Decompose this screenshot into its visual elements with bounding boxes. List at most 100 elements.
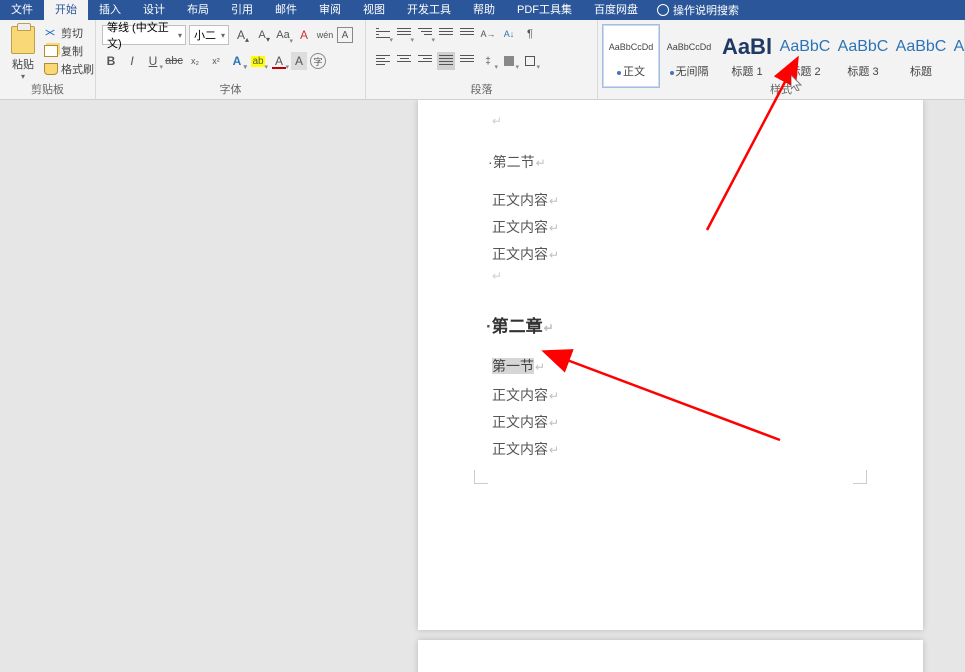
chevron-down-icon: ▾ [221,31,225,40]
menu-tab-开发工具[interactable]: 开发工具 [396,0,462,20]
indent-dec-button[interactable] [458,25,476,43]
group-font: 等线 (中文正文)▾ 小二▾ A▴ A▾ Aa▾ A wén A B I U▾ … [96,20,366,99]
style-无间隔[interactable]: AaBbCcDd无间隔 [660,24,718,88]
font-color-button[interactable]: A▾ [270,52,288,70]
search-placeholder: 操作说明搜索 [673,2,739,18]
align-justify-button[interactable] [437,52,455,70]
style-preview: AaBbCcDd [609,33,654,61]
paragraph-mark: ↵ [544,321,554,335]
clear-format-button[interactable]: A [295,26,313,44]
style-name: 标题 1 [731,63,762,79]
numbering-button[interactable]: ▾ [395,25,413,43]
font-name-combo[interactable]: 等线 (中文正文)▾ [102,25,186,45]
menu-tab-布局[interactable]: 布局 [176,0,220,20]
align-left-button[interactable] [374,52,392,70]
indent-inc-button[interactable] [437,25,455,43]
document-line[interactable]: 正文内容↵ [492,385,559,405]
style-name: 标题 [910,63,932,79]
document-line[interactable]: 正文内容↵ [492,244,559,264]
menu-tab-审阅[interactable]: 审阅 [308,0,352,20]
document-line[interactable]: ·第二章↵ [486,312,554,337]
page-2: ↵ 第二节↵正文内容↵ [418,640,923,672]
multilevel-button[interactable]: ▾ [416,25,434,43]
menu-tab-引用[interactable]: 引用 [220,0,264,20]
style-preview: AaBbC [780,33,831,61]
show-marks-button[interactable]: ¶ [521,25,539,43]
char-border-button[interactable]: A [337,27,353,43]
enclosed-char-button[interactable]: 字 [310,53,326,69]
style-preview: AaBbCcDd [667,33,712,61]
highlight-button[interactable]: ab▾ [249,52,267,70]
style-标题 2[interactable]: AaBbC标题 2 [776,24,834,88]
menu-tab-开始[interactable]: 开始 [44,0,88,20]
document-area[interactable]: ↵ ↵ ·第二节↵正文内容↵正文内容↵正文内容↵·第二章↵第一节↵正文内容↵正文… [0,100,965,672]
style-副[interactable]: AaBbC副 [950,24,965,88]
sort-button[interactable]: A↓ [500,25,518,43]
group-label-font: 字体 [96,81,365,97]
subscript-button[interactable]: x₂ [186,52,204,70]
menu-tab-PDF工具集[interactable]: PDF工具集 [506,0,583,20]
style-标题 1[interactable]: AaBl标题 1 [718,24,776,88]
menu-tab-视图[interactable]: 视图 [352,0,396,20]
ribbon: 粘贴 ▾ 剪切 复制 格式刷 剪贴板 等线 (中文正文)▾ 小二▾ A▴ A▾ … [0,20,965,100]
grow-font-button[interactable]: A▴ [232,26,250,44]
menubar: 文件开始插入设计布局引用邮件审阅视图开发工具帮助PDF工具集百度网盘 操作说明搜索 [0,0,965,20]
cursor-icon [791,75,803,91]
bold-button[interactable]: B [102,52,120,70]
align-center-button[interactable] [395,52,413,70]
style-标题[interactable]: AaBbC标题 [892,24,950,88]
paragraph-mark: ↵ [549,248,559,262]
format-painter-button[interactable]: 格式刷 [44,60,94,78]
italic-button[interactable]: I [123,52,141,70]
style-正文[interactable]: AaBbCcDd 正文 [602,24,660,88]
text-effects-button[interactable]: A▾ [228,52,246,70]
menu-tab-邮件[interactable]: 邮件 [264,0,308,20]
font-size-combo[interactable]: 小二 ▾ [189,25,229,45]
document-line[interactable]: 正文内容↵ [492,190,559,210]
border-button[interactable]: ▾ [521,52,539,70]
style-name: 正文 [617,63,645,79]
shade-button[interactable]: ▾ [500,52,518,70]
char-shading-button[interactable]: A [291,52,307,70]
document-line[interactable]: 正文内容↵ [492,439,559,459]
menu-tab-设计[interactable]: 设计 [132,0,176,20]
paragraph-mark: ↵ [549,221,559,235]
paste-button[interactable]: 粘贴 ▾ [6,24,40,88]
menu-tab-帮助[interactable]: 帮助 [462,0,506,20]
paragraph-mark: ↵ [549,416,559,430]
document-line[interactable]: 正文内容↵ [492,412,559,432]
copy-button[interactable]: 复制 [44,42,94,60]
menu-tab-文件[interactable]: 文件 [0,0,44,20]
menu-tab-插入[interactable]: 插入 [88,0,132,20]
copy-label: 复制 [61,43,83,59]
phonetic-button[interactable]: wén [316,26,334,44]
ltr-button[interactable]: A→ [479,25,497,43]
group-label-clipboard: 剪贴板 [0,81,95,97]
document-line[interactable]: ·第二节↵ [488,152,546,172]
change-case-button[interactable]: Aa▾ [274,26,292,44]
style-标题 3[interactable]: AaBbC标题 3 [834,24,892,88]
scissors-icon [44,27,58,39]
font-size-value: 小二 [194,27,216,43]
chevron-down-icon: ▾ [6,72,40,81]
underline-button[interactable]: U▾ [144,52,162,70]
font-color-swatch [272,67,286,69]
paragraph-mark: ↵ [536,156,546,170]
bullets-button[interactable]: ▾ [374,25,392,43]
chevron-down-icon: ▾ [178,31,182,40]
superscript-button[interactable]: x² [207,52,225,70]
distribute-button[interactable] [458,52,476,70]
strike-button[interactable]: abc [165,52,183,70]
line-spacing-button[interactable]: ‡▾ [479,52,497,70]
cut-button[interactable]: 剪切 [44,24,94,42]
bullet-dot: · [486,317,492,336]
shrink-font-button[interactable]: A▾ [253,26,271,44]
format-painter-label: 格式刷 [61,61,94,77]
menu-tab-百度网盘[interactable]: 百度网盘 [583,0,649,20]
align-right-button[interactable] [416,52,434,70]
document-line[interactable]: 第一节↵ [492,356,545,376]
selected-text: 第一节 [492,358,534,374]
document-line[interactable]: 正文内容↵ [492,217,559,237]
tell-me-search[interactable]: 操作说明搜索 [657,2,739,18]
paragraph-mark: ↵ [492,114,502,128]
